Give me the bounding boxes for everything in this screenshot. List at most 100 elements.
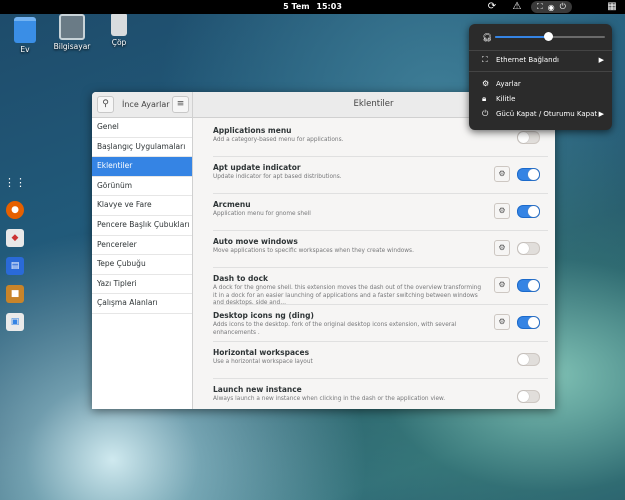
software-icon[interactable]: ◆ <box>6 229 24 247</box>
hamburger-icon: ≡ <box>176 99 185 109</box>
sidebar-item-fonts[interactable]: Yazı Tipleri <box>92 275 192 295</box>
menu-item-settings[interactable]: ⚙ Ayarlar <box>469 77 612 91</box>
toggle-knob <box>518 354 529 365</box>
sidebar-item-general[interactable]: Genel <box>92 118 192 138</box>
system-status-area[interactable]: ⛶ ◉ ⏻ <box>531 1 572 13</box>
gear-icon: ⚙ <box>498 243 506 252</box>
sidebar-item-window-titlebars[interactable]: Pencere Başlık Çubukları <box>92 216 192 236</box>
app-title: İnce Ayarlar <box>122 100 170 109</box>
extension-settings-button[interactable]: ⚙ <box>494 203 510 219</box>
window-icon[interactable]: ▦ <box>606 1 618 13</box>
menu-separator <box>469 50 612 51</box>
headphones-icon: 🎧︎ <box>482 33 493 42</box>
files-icon[interactable]: ▣ <box>6 313 24 331</box>
toggle-knob <box>528 280 539 291</box>
extension-name: Auto move windows <box>213 237 298 246</box>
system-menu: 🎧︎ ⛶ Ethernet Bağlandı ▶ ⚙ Ayarlar 🔒︎ Ki… <box>469 24 612 130</box>
extension-settings-button[interactable]: ⚙ <box>494 277 510 293</box>
sidebar-header: ⚲ İnce Ayarlar ≡ <box>92 92 193 117</box>
desktop-icon-label: Ev <box>20 45 30 54</box>
home-folder-icon <box>14 17 36 43</box>
accessibility-icon: ◉ <box>547 2 555 12</box>
extension-toggle[interactable] <box>517 168 540 181</box>
extension-description: Always launch a new instance when clicki… <box>213 396 446 402</box>
settings-icon: ⚙ <box>482 79 490 88</box>
search-icon: ⚲ <box>102 99 109 109</box>
extension-toggle[interactable] <box>517 353 540 366</box>
extension-name: Dash to dock <box>213 274 269 283</box>
volume-slider-handle[interactable] <box>543 32 553 41</box>
gear-icon: ⚙ <box>498 280 506 289</box>
extension-toggle[interactable] <box>517 242 540 255</box>
sidebar-item-keyboard-mouse[interactable]: Klavye ve Fare <box>92 196 192 216</box>
desktop-icon-computer[interactable]: Bilgisayar <box>47 14 97 51</box>
lock-icon: 🔒︎ <box>482 94 487 103</box>
computer-icon <box>59 14 85 40</box>
package-icon[interactable]: ■ <box>6 285 24 303</box>
volume-slider-fill <box>495 36 548 38</box>
extension-description: Use a horizontal workspace layout <box>213 359 313 365</box>
extension-name: Launch new instance <box>213 385 302 394</box>
extension-toggle[interactable] <box>517 316 540 329</box>
list-item: Launch new instance Always launch a new … <box>213 379 548 409</box>
trash-icon <box>111 14 127 36</box>
chevron-right-icon: ▶ <box>598 56 604 64</box>
desktop-icon-label: Çöp <box>111 38 127 47</box>
extensions-list: Applications menu Add a category-based m… <box>193 118 555 409</box>
tweaks-window: ⚲ İnce Ayarlar ≡ Eklentiler Genel Başlan… <box>92 92 555 409</box>
toggle-knob <box>528 206 539 217</box>
extension-toggle[interactable] <box>517 279 540 292</box>
menu-item-label: Ethernet Bağlandı <box>496 56 559 64</box>
extension-name: Horizontal workspaces <box>213 348 310 357</box>
gear-icon: ⚙ <box>498 317 506 326</box>
sidebar-item-startup-apps[interactable]: Başlangıç Uygulamaları <box>92 138 192 158</box>
extension-name: Apt update indicator <box>213 163 301 172</box>
menu-item-lock[interactable]: 🔒︎ Kilitle <box>469 92 612 106</box>
menu-item-ethernet[interactable]: ⛶ Ethernet Bağlandı ▶ <box>469 53 612 67</box>
toggle-knob <box>518 132 529 143</box>
network-wired-icon: ⛶ <box>482 55 488 64</box>
desktop-icon-home[interactable]: Ev <box>0 17 50 54</box>
desktop-icon-label: Bilgisayar <box>53 42 91 51</box>
app-grid-icon[interactable]: ⋮⋮ <box>4 173 26 191</box>
power-icon: ⏻ <box>482 109 489 118</box>
menu-item-power-off[interactable]: ⏻ Gücü Kapat / Oturumu Kapat ▶ <box>469 107 612 121</box>
search-button[interactable]: ⚲ <box>97 96 114 113</box>
menu-item-label: Gücü Kapat / Oturumu Kapat <box>496 110 598 118</box>
sidebar-item-appearance[interactable]: Görünüm <box>92 177 192 197</box>
list-item: Horizontal workspaces Use a horizontal w… <box>213 342 548 379</box>
extension-description: Update indicator for apt based distribut… <box>213 174 342 180</box>
extension-description: Application menu for gnome shell <box>213 211 311 217</box>
list-item: Desktop icons ng (ding) Adds icons to th… <box>213 305 548 342</box>
extension-toggle[interactable] <box>517 205 540 218</box>
sidebar-item-windows[interactable]: Pencereler <box>92 236 192 256</box>
document-icon[interactable]: ▤ <box>6 257 24 275</box>
warning-icon[interactable]: ⚠ <box>511 1 523 13</box>
gear-icon: ⚙ <box>498 206 506 215</box>
toggle-knob <box>528 169 539 180</box>
extension-description: Adds icons to the desktop. fork of the o… <box>213 322 457 336</box>
sidebar-item-extensions[interactable]: Eklentiler <box>92 157 192 177</box>
desktop-icon-trash[interactable]: Çöp <box>94 14 144 47</box>
extension-settings-button[interactable]: ⚙ <box>494 166 510 182</box>
sidebar: Genel Başlangıç Uygulamaları Eklentiler … <box>92 118 193 409</box>
extension-description: Add a category-based menu for applicatio… <box>213 137 344 143</box>
sidebar-item-top-bar[interactable]: Tepe Çubuğu <box>92 255 192 275</box>
menu-separator <box>469 71 612 72</box>
top-bar: 5 Tem 15:03 ⟳ ⚠ ⛶ ◉ ⏻ ▦ <box>0 0 625 14</box>
volume-slider[interactable] <box>495 32 605 41</box>
extension-settings-button[interactable]: ⚙ <box>494 314 510 330</box>
extension-settings-button[interactable]: ⚙ <box>494 240 510 256</box>
firefox-icon[interactable]: ● <box>6 201 24 219</box>
clock-time: 15:03 <box>316 2 342 11</box>
menu-button[interactable]: ≡ <box>172 96 189 113</box>
list-item: Apt update indicator Update indicator fo… <box>213 157 548 194</box>
extension-toggle[interactable] <box>517 131 540 144</box>
gear-icon: ⚙ <box>498 169 506 178</box>
toggle-knob <box>528 317 539 328</box>
refresh-icon[interactable]: ⟳ <box>486 1 498 13</box>
extension-name: Arcmenu <box>213 200 251 209</box>
sidebar-item-workspaces[interactable]: Çalışma Alanları <box>92 294 192 314</box>
extension-name: Applications menu <box>213 126 292 135</box>
extension-toggle[interactable] <box>517 390 540 403</box>
